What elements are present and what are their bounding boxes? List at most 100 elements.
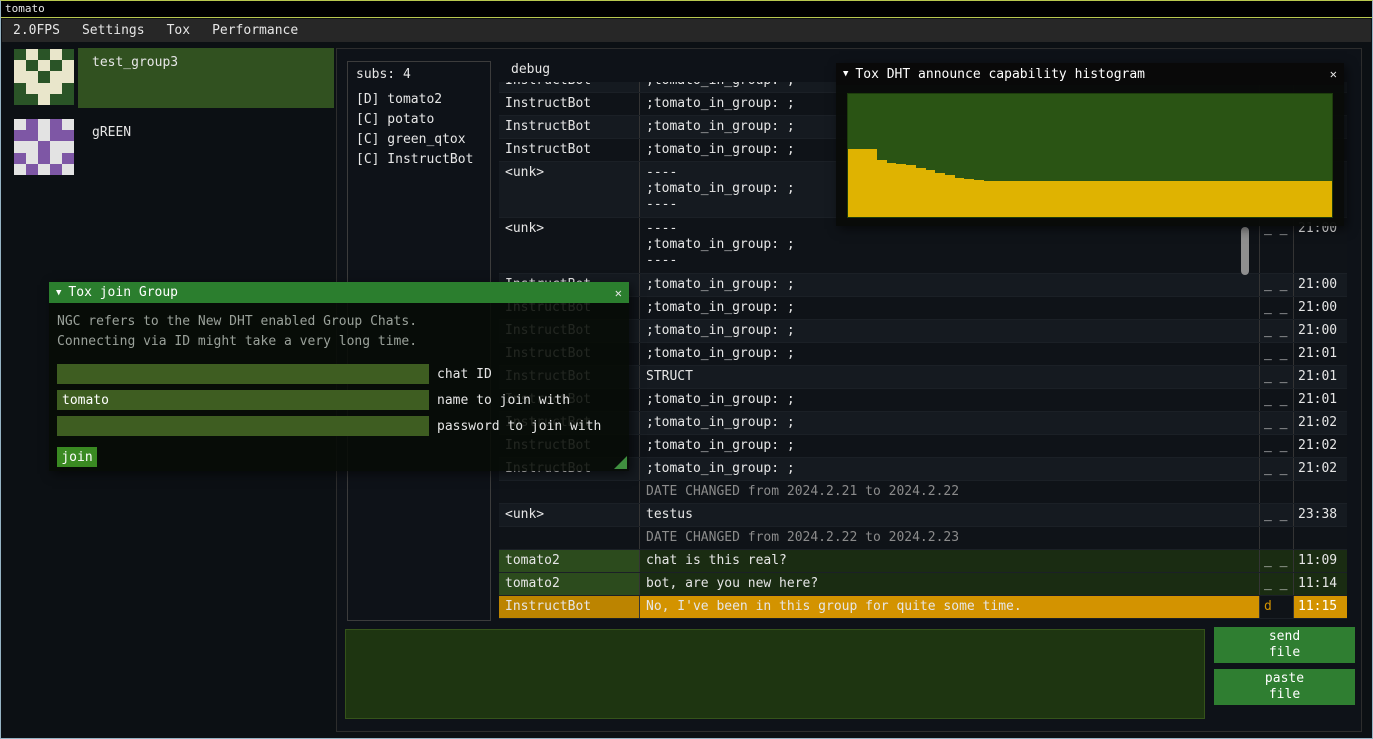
paste-file-button[interactable]: paste file — [1214, 669, 1355, 705]
chat-row-message: testus — [639, 504, 1259, 526]
chat-row[interactable]: tomato2chat is this real?_ _11:09 — [499, 550, 1347, 573]
chat-row-flags: d — [1259, 596, 1293, 618]
histogram-bar — [1303, 181, 1313, 217]
chat-row-flags — [1259, 481, 1293, 503]
collapse-arrow-icon[interactable]: ▼ — [843, 69, 848, 79]
histogram-bar — [945, 175, 955, 217]
histogram-bar — [1119, 181, 1129, 217]
chat-row-message: DATE CHANGED from 2024.2.21 to 2024.2.22 — [639, 481, 1259, 503]
histogram-bar — [1148, 181, 1158, 217]
join-button[interactable]: join — [57, 447, 97, 467]
chat-row-message: ;tomato_in_group: ; — [639, 458, 1259, 480]
chat-row[interactable]: DATE CHANGED from 2024.2.22 to 2024.2.23 — [499, 527, 1347, 550]
histogram-bar — [1177, 181, 1187, 217]
menubar: 2.0FPSSettingsToxPerformance — [2, 19, 1371, 42]
histogram-bar — [1187, 181, 1197, 217]
histogram-bar — [1042, 181, 1052, 217]
histogram-bar — [1197, 181, 1207, 217]
histogram-bar — [906, 165, 916, 217]
histogram-bar — [1003, 181, 1013, 217]
chat-row-message: STRUCT — [639, 366, 1259, 388]
field-label: password to join with — [437, 419, 601, 434]
password-to-join-with-input[interactable] — [57, 416, 429, 436]
subs-item[interactable]: [C] green_qtox — [356, 130, 482, 150]
chat-row-message: ;tomato_in_group: ; — [639, 435, 1259, 457]
menu-item-settings[interactable]: Settings — [71, 19, 156, 42]
chat-ID-input[interactable] — [57, 364, 429, 384]
group-label: gREEN — [92, 125, 131, 140]
histogram-bar — [1226, 181, 1236, 217]
group-item-gREEN[interactable]: gREEN — [2, 118, 336, 178]
histogram-bar — [935, 173, 945, 217]
histogram-titlebar[interactable]: ▼ Tox DHT announce capability histogram … — [836, 63, 1344, 85]
chat-row[interactable]: DATE CHANGED from 2024.2.21 to 2024.2.22 — [499, 481, 1347, 504]
message-input[interactable] — [345, 629, 1205, 719]
histogram-bar — [1061, 181, 1071, 217]
chat-row-flags: _ _ — [1259, 274, 1293, 296]
histogram-bar — [848, 149, 858, 217]
subs-item[interactable]: [C] InstructBot — [356, 150, 482, 170]
chat-row-message: ---- ;tomato_in_group: ; ---- — [639, 218, 1259, 273]
histogram-title: Tox DHT announce capability histogram — [855, 67, 1145, 82]
menu-item-performance[interactable]: Performance — [201, 19, 309, 42]
name-to-join-with-input[interactable] — [57, 390, 429, 410]
window-titlebar[interactable]: tomato — [1, 1, 1372, 18]
chat-row-message: No, I've been in this group for quite so… — [639, 596, 1259, 618]
histogram-bar — [974, 180, 984, 217]
group-list: test_group3 gREEN — [2, 48, 336, 188]
chat-row-time: 21:02 — [1293, 458, 1347, 480]
chat-row-time: 21:02 — [1293, 435, 1347, 457]
chat-row-time: 21:01 — [1293, 389, 1347, 411]
histogram-bar — [926, 170, 936, 217]
histogram-bar — [1013, 181, 1023, 217]
join-info-line: NGC refers to the New DHT enabled Group … — [57, 312, 621, 332]
subs-item[interactable]: [C] potato — [356, 110, 482, 130]
collapse-arrow-icon[interactable]: ▼ — [56, 288, 61, 298]
histogram-bar — [1274, 181, 1284, 217]
chat-row[interactable]: <unk>---- ;tomato_in_group: ; ----_ _21:… — [499, 218, 1347, 274]
group-avatar — [14, 49, 74, 105]
histogram-bar — [1255, 181, 1265, 217]
chat-row-time: 11:15 — [1293, 596, 1347, 618]
histogram-bar — [916, 168, 926, 217]
chat-row-author: InstructBot — [499, 139, 639, 161]
histogram-bar — [1071, 181, 1081, 217]
histogram-bar — [1245, 181, 1255, 217]
field-label: name to join with — [437, 393, 570, 408]
chat-row-flags: _ _ — [1259, 343, 1293, 365]
chat-row[interactable]: InstructBotNo, I've been in this group f… — [499, 596, 1347, 619]
histogram-bar — [955, 178, 965, 217]
chat-row-time: 21:00 — [1293, 218, 1347, 273]
send-file-button[interactable]: send file — [1214, 627, 1355, 663]
chat-row-time: 21:01 — [1293, 343, 1347, 365]
join-fields: chat IDname to join withpassword to join… — [57, 364, 621, 436]
menu-item-2-0fps[interactable]: 2.0FPS — [2, 19, 71, 42]
chat-row[interactable]: <unk>testus_ _23:38 — [499, 504, 1347, 527]
chat-row[interactable]: tomato2bot, are you new here?_ _11:14 — [499, 573, 1347, 596]
chat-row-author: <unk> — [499, 162, 639, 217]
chat-row-time: 21:00 — [1293, 320, 1347, 342]
histogram-bar — [1168, 181, 1178, 217]
histogram-bar — [1032, 181, 1042, 217]
group-item-test_group3[interactable]: test_group3 — [2, 48, 336, 108]
window-title: tomato — [5, 2, 45, 15]
chat-row-flags: _ _ — [1259, 297, 1293, 319]
close-icon[interactable]: ✕ — [615, 286, 622, 300]
subs-list: [D] tomato2[C] potato[C] green_qtox[C] I… — [356, 90, 482, 170]
menu-item-tox[interactable]: Tox — [156, 19, 201, 42]
chat-row-message: ;tomato_in_group: ; — [639, 274, 1259, 296]
histogram-bar — [877, 160, 887, 217]
chat-row-author: tomato2 — [499, 550, 639, 572]
chat-row-message: ;tomato_in_group: ; — [639, 389, 1259, 411]
chat-row-time: 21:00 — [1293, 297, 1347, 319]
subs-item[interactable]: [D] tomato2 — [356, 90, 482, 110]
join-group-titlebar[interactable]: ▼ Tox join Group ✕ — [49, 282, 629, 303]
resize-grip[interactable] — [614, 456, 627, 469]
group-avatar — [14, 119, 74, 175]
chat-scrollbar-thumb[interactable] — [1241, 227, 1249, 275]
histogram-bar — [1236, 181, 1246, 217]
histogram-bar — [896, 164, 906, 217]
close-icon[interactable]: ✕ — [1330, 67, 1337, 81]
chat-row-time: 11:14 — [1293, 573, 1347, 595]
chat-row-message: bot, are you new here? — [639, 573, 1259, 595]
